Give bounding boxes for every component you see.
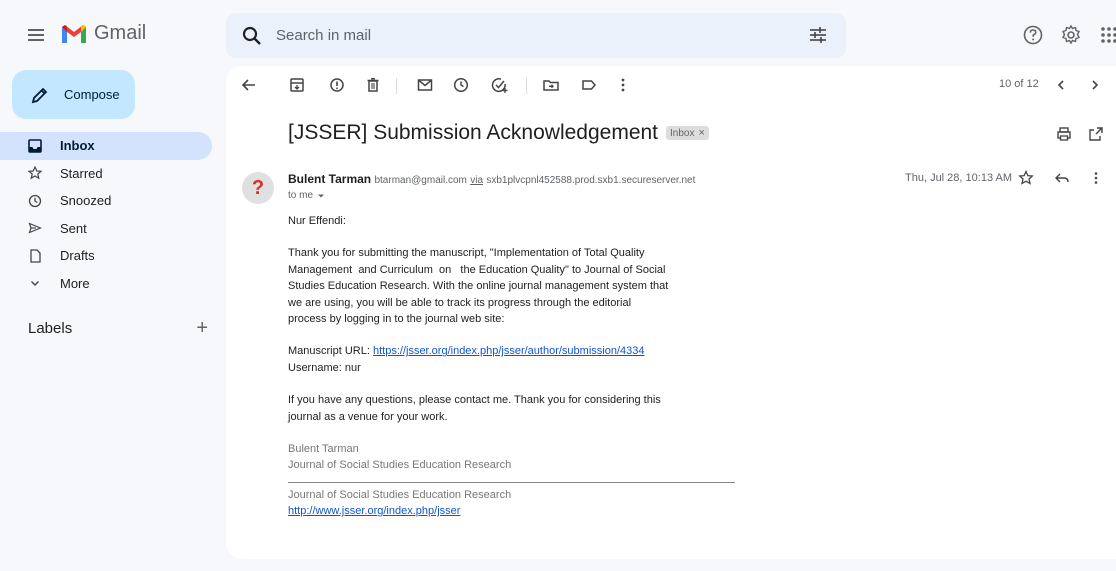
- email-body: Nur Effendi: Thank you for submitting th…: [288, 213, 738, 520]
- add-label-button[interactable]: +: [196, 318, 208, 338]
- add-task-icon[interactable]: [490, 76, 508, 94]
- compose-button[interactable]: Compose: [12, 70, 135, 119]
- apps-grid-icon[interactable]: [1098, 24, 1116, 46]
- search-input[interactable]: [276, 27, 776, 44]
- sender-line: Bulent Tarman btarman@gmail.com via sxb1…: [288, 172, 695, 186]
- open-new-window-icon[interactable]: [1088, 126, 1104, 142]
- body-line: Studies Education Research. With the onl…: [288, 280, 669, 293]
- sender-email: btarman@gmail.com: [374, 175, 467, 186]
- draft-icon: [27, 248, 43, 264]
- mark-unread-envelope-icon[interactable]: [416, 76, 434, 94]
- inbox-icon: [27, 138, 43, 154]
- app-name: Gmail: [94, 22, 147, 44]
- chevron-down-icon: [27, 275, 43, 291]
- settings-gear-icon[interactable]: [1060, 24, 1082, 46]
- clock-icon: [27, 193, 43, 209]
- reply-icon[interactable]: [1054, 170, 1070, 186]
- sidebar-item-label: Inbox: [60, 138, 95, 154]
- more-vertical-icon[interactable]: [614, 76, 632, 94]
- sender-avatar[interactable]: ?: [242, 172, 274, 204]
- message-toolbar: 10 of 12: [226, 66, 1116, 106]
- star-icon: [27, 165, 43, 181]
- older-chevron-right-icon[interactable]: [1086, 76, 1104, 94]
- toolbar-divider: [526, 78, 527, 94]
- body-line: Management and Curriculum on the Educati…: [288, 263, 666, 276]
- gmail-m-icon: [62, 24, 86, 43]
- email-subject: [JSSER] Submission Acknowledgement Inbox…: [288, 121, 709, 145]
- sidebar-item-snoozed[interactable]: Snoozed: [0, 187, 212, 215]
- more-vertical-icon[interactable]: [1088, 170, 1104, 186]
- sidebar-item-sent[interactable]: Sent: [0, 215, 212, 243]
- back-arrow-icon[interactable]: [240, 76, 258, 94]
- footer-url-link[interactable]: http://www.jsser.org/index.php/jsser: [288, 503, 738, 519]
- to-me-label: to me: [288, 190, 314, 201]
- archive-icon[interactable]: [288, 76, 306, 94]
- sidebar-item-more[interactable]: More: [0, 270, 212, 298]
- signature-name: Bulent Tarman: [288, 443, 359, 456]
- pencil-icon: [31, 87, 48, 103]
- manuscript-url-line: Manuscript URL: https://jsser.org/index.…: [288, 343, 738, 359]
- signature-org: Journal of Social Studies Education Rese…: [288, 459, 512, 472]
- search-bar[interactable]: [226, 13, 846, 58]
- top-bar: Gmail: [0, 0, 1116, 70]
- manuscript-url-label: Manuscript URL:: [288, 345, 373, 358]
- username-line: Username: nur: [288, 361, 361, 374]
- body-line: journal as a venue for your work.: [288, 410, 448, 423]
- star-icon[interactable]: [1018, 170, 1034, 186]
- sidebar-item-label: Drafts: [60, 248, 95, 264]
- manuscript-url-link[interactable]: https://jsser.org/index.php/jsser/author…: [373, 345, 644, 357]
- inbox-label-chip[interactable]: Inbox ×: [666, 126, 709, 140]
- labels-section: Labels +: [28, 318, 208, 338]
- sidebar-item-label: Snoozed: [60, 193, 112, 209]
- send-icon: [27, 220, 43, 236]
- recipient-details-toggle[interactable]: to me: [288, 190, 326, 201]
- main-menu-icon[interactable]: [26, 25, 46, 45]
- body-line: process by logging in to the journal web…: [288, 313, 505, 326]
- newer-chevron-left-icon[interactable]: [1052, 76, 1070, 94]
- sidebar-item-inbox[interactable]: Inbox: [0, 132, 212, 160]
- greeting: Nur Effendi:: [288, 215, 346, 227]
- search-icon[interactable]: [240, 24, 264, 48]
- via-link[interactable]: via: [470, 175, 483, 186]
- delete-trash-icon[interactable]: [364, 76, 382, 94]
- gmail-logo[interactable]: Gmail: [60, 22, 146, 45]
- sidebar-nav: Inbox Starred Snoozed Sent Drafts More: [0, 132, 212, 297]
- labels-title: Labels: [28, 319, 73, 337]
- message-panel: 10 of 12 [JSSER] Submission Acknowledgem…: [226, 66, 1116, 559]
- email-date: Thu, Jul 28, 10:13 AM: [905, 172, 1013, 184]
- signature-divider: [288, 481, 735, 483]
- caret-down-icon: [318, 194, 325, 197]
- snooze-clock-icon[interactable]: [452, 76, 470, 94]
- compose-label: Compose: [64, 87, 120, 102]
- move-to-folder-icon[interactable]: [542, 76, 560, 94]
- print-icon[interactable]: [1056, 126, 1072, 142]
- body-line: we are using, you will be able to track …: [288, 296, 632, 309]
- pagination-count: 10 of 12: [999, 78, 1039, 90]
- sidebar-item-label: Starred: [60, 165, 103, 181]
- body-line: Thank you for submitting the manuscript,…: [288, 247, 645, 260]
- sidebar-item-label: More: [60, 275, 90, 291]
- via-host: sxb1plvcpnl452588.prod.sxb1.secureserver…: [486, 175, 696, 186]
- sidebar-item-starred[interactable]: Starred: [0, 160, 212, 188]
- help-icon[interactable]: [1022, 24, 1044, 46]
- sidebar-item-label: Sent: [60, 220, 87, 236]
- report-spam-icon[interactable]: [328, 76, 346, 94]
- subject-text: [JSSER] Submission Acknowledgement: [288, 121, 659, 144]
- footer-org: Journal of Social Studies Education Rese…: [288, 488, 512, 501]
- remove-label-close-icon[interactable]: ×: [698, 127, 704, 139]
- sidebar-item-drafts[interactable]: Drafts: [0, 242, 212, 270]
- search-options-icon[interactable]: [808, 25, 828, 45]
- label-tag-icon[interactable]: [580, 76, 598, 94]
- sender-name[interactable]: Bulent Tarman: [288, 172, 371, 186]
- body-line: If you have any questions, please contac…: [288, 394, 661, 407]
- toolbar-divider: [396, 78, 397, 94]
- chip-label: Inbox: [670, 127, 695, 139]
